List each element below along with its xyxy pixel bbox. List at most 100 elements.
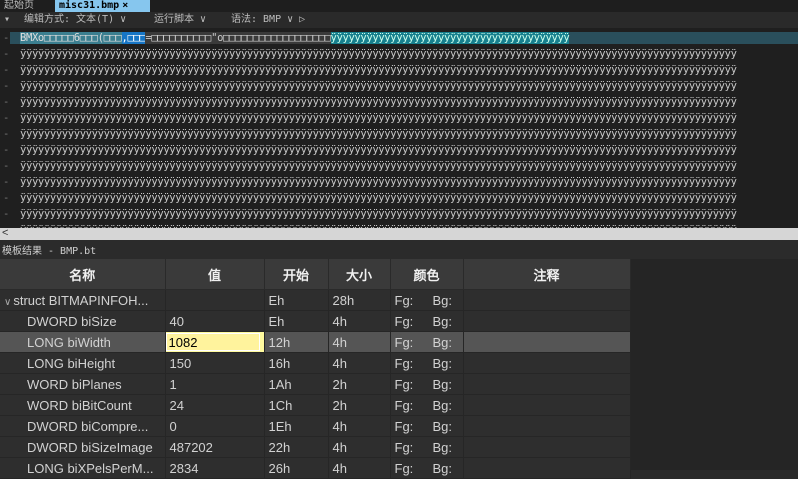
cell-comment[interactable]	[463, 457, 631, 479]
fg-color-label[interactable]: Fg:	[395, 461, 433, 476]
cell-name[interactable]: ∨ struct BITMAPINFOH...	[0, 289, 166, 311]
bg-color-label[interactable]: Bg:	[433, 377, 463, 392]
cell-color[interactable]: Fg: Bg:	[390, 331, 464, 353]
fg-color-label[interactable]: Fg:	[395, 314, 433, 329]
column-header-color[interactable]: 颜色	[390, 259, 464, 290]
line-text: ÿÿÿÿÿÿÿÿÿÿÿÿÿÿÿÿÿÿÿÿÿÿÿÿÿÿÿÿÿÿÿÿÿÿÿÿÿÿÿÿ…	[20, 64, 737, 76]
syntax-dropdown[interactable]: 语法: BMP ∨ ▷	[231, 13, 305, 27]
edit-mode-dropdown[interactable]: 编辑方式: 文本(T) ∨	[24, 13, 126, 27]
cell-comment[interactable]	[463, 352, 631, 374]
line-text: ÿÿÿÿÿÿÿÿÿÿÿÿÿÿÿÿÿÿÿÿÿÿÿÿÿÿÿÿÿÿÿÿÿÿÿÿÿÿÿÿ…	[20, 48, 737, 60]
line-marker: -	[3, 160, 10, 172]
value-edit-input[interactable]	[165, 333, 260, 351]
line-marker: -	[3, 192, 10, 204]
cell-name[interactable]: LONG biHeight	[0, 352, 166, 374]
cell-value[interactable]	[165, 331, 265, 353]
tab-misc31-bmp[interactable]: misc31.bmp ×	[55, 0, 150, 12]
column-header-value[interactable]: 值	[165, 259, 265, 290]
editor-line: -ÿÿÿÿÿÿÿÿÿÿÿÿÿÿÿÿÿÿÿÿÿÿÿÿÿÿÿÿÿÿÿÿÿÿÿÿÿÿÿ…	[0, 128, 798, 140]
cell-color[interactable]: Fg: Bg:	[390, 457, 464, 479]
cell-name-text: LONG biXPelsPerM...	[27, 460, 154, 476]
cell-name[interactable]: DWORD biCompre...	[0, 415, 166, 437]
cell-comment[interactable]	[463, 331, 631, 353]
cell-comment[interactable]	[463, 373, 631, 395]
cell-value[interactable]: 1	[165, 373, 265, 395]
cell-color[interactable]: Fg: Bg:	[390, 394, 464, 416]
cell-value[interactable]: 487202	[165, 436, 265, 458]
cell-name-text: DWORD biSize	[27, 313, 117, 329]
cell-name[interactable]: DWORD biSizeImage	[0, 436, 166, 458]
bg-color-label[interactable]: Bg:	[433, 419, 463, 434]
bg-color-label[interactable]: Bg:	[433, 440, 463, 455]
fg-color-label[interactable]: Fg:	[395, 377, 433, 392]
editor-line: -ÿÿÿÿÿÿÿÿÿÿÿÿÿÿÿÿÿÿÿÿÿÿÿÿÿÿÿÿÿÿÿÿÿÿÿÿÿÿÿ…	[0, 176, 798, 188]
cell-color[interactable]: Fg: Bg:	[390, 436, 464, 458]
cell-color[interactable]: Fg: Bg:	[390, 310, 464, 332]
expand-chevron-icon[interactable]: ∨	[4, 297, 11, 308]
cell-name[interactable]: DWORD biSize	[0, 310, 166, 332]
cell-name[interactable]: WORD biBitCount	[0, 394, 166, 416]
template-results-title: 模板结果 - BMP.bt	[0, 245, 798, 259]
column-header-start[interactable]: 开始	[264, 259, 329, 290]
fg-color-label[interactable]: Fg:	[395, 398, 433, 413]
fg-color-label[interactable]: Fg:	[395, 356, 433, 371]
line-text: BMXo□□□□□6□□□(□□□,□□□=□□□□□□□□□□"o□□□□□□…	[20, 32, 570, 44]
table-row[interactable]: LONG biWidth12h4hFg:Bg:	[0, 331, 631, 353]
line-marker: -	[3, 128, 10, 140]
line-text: ÿÿÿÿÿÿÿÿÿÿÿÿÿÿÿÿÿÿÿÿÿÿÿÿÿÿÿÿÿÿÿÿÿÿÿÿÿÿÿÿ…	[20, 160, 737, 172]
cell-name[interactable]: LONG biWidth	[0, 331, 166, 353]
bg-color-label[interactable]: Bg:	[433, 314, 463, 329]
fg-color-label[interactable]: Fg:	[395, 293, 433, 308]
struct-row[interactable]: ∨ struct BITMAPINFOH... Eh 28h Fg: Bg:	[0, 289, 631, 311]
cell-comment[interactable]	[463, 415, 631, 437]
bg-color-label[interactable]: Bg:	[433, 335, 463, 350]
tab-start-page[interactable]: 起始页	[4, 0, 34, 12]
cell-color[interactable]: Fg: Bg:	[390, 373, 464, 395]
cell-value[interactable]: 24	[165, 394, 265, 416]
close-icon[interactable]: ×	[122, 0, 128, 11]
bg-color-label[interactable]: Bg:	[433, 461, 463, 476]
cell-name[interactable]: LONG biXPelsPerM...	[0, 457, 166, 479]
table-row[interactable]: DWORD biSizeImage 487202 22h 4h Fg: Bg:	[0, 436, 631, 458]
bg-color-label[interactable]: Bg:	[433, 398, 463, 413]
scroll-left-icon[interactable]: <	[2, 227, 8, 239]
table-row[interactable]: WORD biBitCount 24 1Ch 2h Fg: Bg:	[0, 394, 631, 416]
cell-start: 1Ah	[264, 373, 329, 395]
cell-color[interactable]: Fg: Bg:	[390, 352, 464, 374]
cell-comment[interactable]	[463, 310, 631, 332]
table-row[interactable]: DWORD biSize 40 Eh 4h Fg: Bg:	[0, 310, 631, 332]
cell-size: 2h	[328, 394, 391, 416]
horizontal-scrollbar[interactable]: <	[0, 227, 798, 240]
fg-color-label[interactable]: Fg:	[395, 335, 433, 350]
cell-value[interactable]: 40	[165, 310, 265, 332]
cell-comment[interactable]	[463, 289, 631, 311]
cell-comment[interactable]	[463, 436, 631, 458]
column-header-name[interactable]: 名称	[0, 259, 166, 290]
table-row[interactable]: DWORD biCompre... 0 1Eh 4h Fg: Bg:	[0, 415, 631, 437]
cell-name[interactable]: WORD biPlanes	[0, 373, 166, 395]
column-header-comment[interactable]: 注释	[463, 259, 631, 290]
fg-color-label[interactable]: Fg:	[395, 419, 433, 434]
cell-value[interactable]: 150	[165, 352, 265, 374]
bg-color-label[interactable]: Bg:	[433, 356, 463, 371]
cell-comment[interactable]	[463, 394, 631, 416]
table-row[interactable]: WORD biPlanes 1 1Ah 2h Fg: Bg:	[0, 373, 631, 395]
cell-start: 26h	[264, 457, 329, 479]
cell-size: 4h	[328, 457, 391, 479]
table-row[interactable]: LONG biXPelsPerM... 2834 26h 4h Fg: Bg:	[0, 457, 631, 479]
cell-color[interactable]: Fg: Bg:	[390, 415, 464, 437]
table-row[interactable]: LONG biHeight 150 16h 4h Fg: Bg:	[0, 352, 631, 374]
line-marker: -	[3, 112, 10, 124]
toolbar-menu-icon[interactable]: ▾	[4, 13, 10, 27]
cell-value[interactable]	[165, 289, 265, 311]
column-header-size[interactable]: 大小	[328, 259, 391, 290]
fg-color-label[interactable]: Fg:	[395, 440, 433, 455]
run-script-dropdown[interactable]: 运行脚本 ∨	[154, 13, 206, 27]
line-text: ÿÿÿÿÿÿÿÿÿÿÿÿÿÿÿÿÿÿÿÿÿÿÿÿÿÿÿÿÿÿÿÿÿÿÿÿÿÿÿÿ…	[20, 112, 737, 124]
cell-color[interactable]: Fg: Bg:	[390, 289, 464, 311]
text-editor-view[interactable]: - BMXo□□□□□6□□□(□□□,□□□=□□□□□□□□□□"o□□□□…	[0, 28, 798, 228]
cell-value[interactable]: 0	[165, 415, 265, 437]
cell-size: 28h	[328, 289, 391, 311]
bg-color-label[interactable]: Bg:	[433, 293, 463, 308]
cell-value[interactable]: 2834	[165, 457, 265, 479]
